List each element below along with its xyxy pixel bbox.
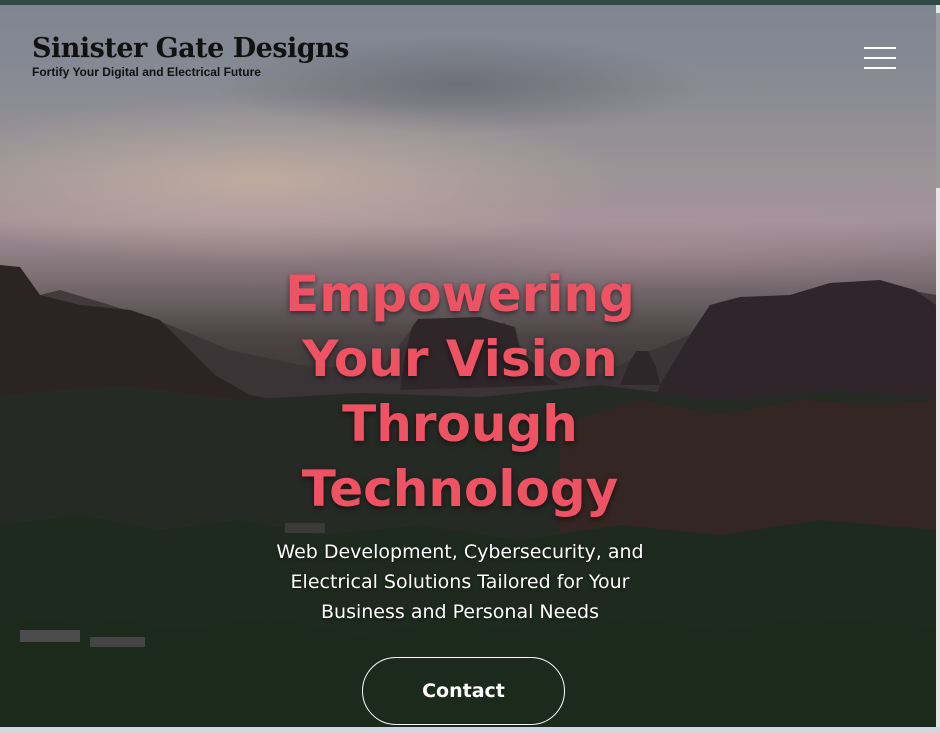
vertical-scrollbar[interactable] — [936, 5, 940, 727]
hero-headline: Empowering Your Vision Through Technolog… — [180, 262, 740, 522]
brand-name[interactable]: Sinister Gate Designs — [32, 33, 349, 65]
hamburger-menu-icon[interactable] — [864, 45, 896, 73]
hero-subtitle-line: Electrical Solutions Tailored for Your — [290, 571, 630, 593]
hero-headline-line: Your Vision — [302, 330, 618, 388]
hero-headline-line: Technology — [301, 460, 619, 518]
brand-block[interactable]: Sinister Gate Designs Fortify Your Digit… — [32, 33, 349, 80]
contact-button[interactable]: Contact — [362, 657, 565, 725]
menu-line-top — [864, 47, 896, 49]
brand-tagline: Fortify Your Digital and Electrical Futu… — [32, 65, 261, 79]
scrollbar-thumb[interactable] — [936, 13, 940, 188]
hero-subtitle: Web Development, Cybersecurity, and Elec… — [245, 537, 675, 627]
menu-line-middle — [864, 57, 896, 59]
hero-headline-line: Through — [342, 395, 578, 453]
page-bottom-strip — [0, 727, 940, 733]
menu-line-bottom — [864, 67, 896, 69]
hero-headline-line: Empowering — [285, 265, 635, 323]
hero-subtitle-line: Business and Personal Needs — [321, 601, 599, 623]
hero-subtitle-line: Web Development, Cybersecurity, and — [276, 541, 644, 563]
